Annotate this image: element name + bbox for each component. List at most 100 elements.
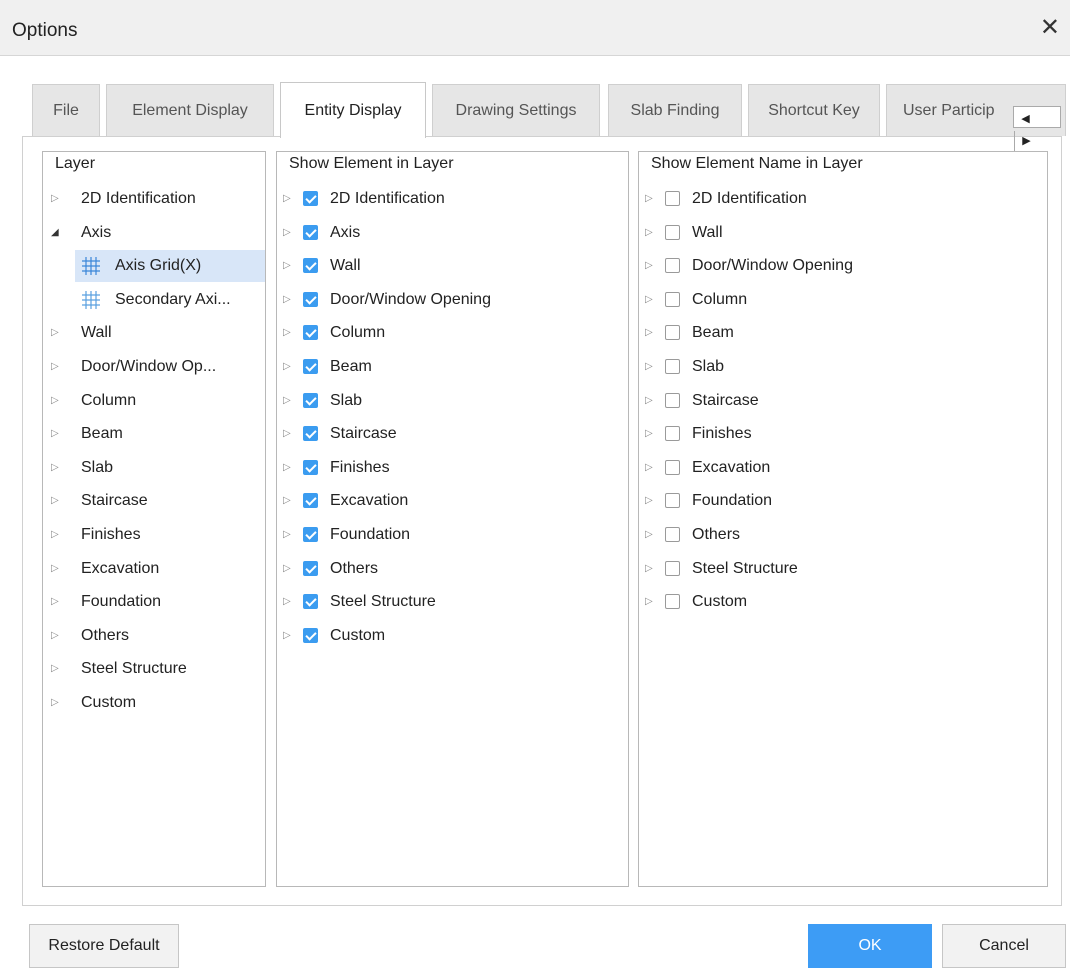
layer-tree-item[interactable]: ▷ Column (43, 385, 265, 417)
collapsed-arrow-icon[interactable]: ▷ (283, 418, 291, 450)
checkbox-others[interactable] (303, 560, 318, 576)
layer-tree-item[interactable]: ▷ Door/Window Op... (43, 351, 265, 383)
collapsed-arrow-icon[interactable]: ▷ (283, 250, 291, 282)
checkbox-staircase[interactable] (665, 392, 680, 408)
layer-tree-item[interactable]: ▷ Steel Structure (43, 653, 265, 685)
collapsed-arrow-icon[interactable]: ▷ (645, 586, 653, 618)
collapsed-arrow-icon[interactable]: ▷ (283, 485, 291, 517)
checklist-item[interactable]: ▷ Excavation (277, 485, 628, 517)
layer-tree-item[interactable]: ▷ Foundation (43, 586, 265, 618)
collapsed-arrow-icon[interactable]: ▷ (645, 418, 653, 450)
collapsed-arrow-icon[interactable]: ▷ (51, 653, 59, 685)
checkbox-door-window-opening[interactable] (665, 258, 680, 274)
collapsed-arrow-icon[interactable]: ▷ (51, 620, 59, 652)
collapsed-arrow-icon[interactable]: ▷ (51, 519, 59, 551)
tab-element-display[interactable]: Element Display (106, 84, 274, 136)
checklist-item[interactable]: ▷ Axis (277, 217, 628, 249)
checkbox-column[interactable] (665, 291, 680, 307)
collapsed-arrow-icon[interactable]: ▷ (645, 452, 653, 484)
checklist-item[interactable]: ▷ Steel Structure (277, 586, 628, 618)
collapsed-arrow-icon[interactable]: ▷ (645, 217, 653, 249)
checkbox-door-window-opening[interactable] (303, 291, 318, 307)
tab-drawing-settings[interactable]: Drawing Settings (432, 84, 600, 136)
collapsed-arrow-icon[interactable]: ▷ (51, 687, 59, 719)
collapsed-arrow-icon[interactable]: ▷ (51, 586, 59, 618)
tab-entity-display[interactable]: Entity Display (280, 82, 426, 138)
checklist-item[interactable]: ▷ Beam (277, 351, 628, 383)
checklist-item[interactable]: ▷ Steel Structure (639, 553, 1047, 585)
collapsed-arrow-icon[interactable]: ▷ (51, 317, 59, 349)
tab-shortcut-key[interactable]: Shortcut Key (748, 84, 880, 136)
checklist-item[interactable]: ▷ 2D Identification (639, 183, 1047, 215)
layer-tree-item[interactable]: ▷ 2D Identification (43, 183, 265, 215)
checklist-item[interactable]: ▷ Finishes (639, 418, 1047, 450)
checkbox-beam[interactable] (303, 359, 318, 374)
collapsed-arrow-icon[interactable]: ▷ (645, 250, 653, 282)
collapsed-arrow-icon[interactable]: ▷ (51, 418, 59, 450)
collapsed-arrow-icon[interactable]: ▷ (645, 519, 653, 551)
checklist-item[interactable]: ▷ Others (277, 553, 628, 585)
ok-button[interactable]: OK (808, 924, 932, 968)
restore-default-button[interactable]: Restore Default (29, 924, 179, 968)
checkbox-steel-structure[interactable] (303, 594, 318, 610)
close-icon[interactable]: ✕ (1040, 16, 1060, 40)
checklist-item[interactable]: ▷ Column (639, 284, 1047, 316)
layer-tree-item[interactable]: ▷ Custom (43, 687, 265, 719)
collapsed-arrow-icon[interactable]: ▷ (283, 620, 291, 652)
collapsed-arrow-icon[interactable]: ▷ (51, 553, 59, 585)
layer-tree-item[interactable]: ▷ Excavation (43, 553, 265, 585)
checklist-item[interactable]: ▷ Column (277, 317, 628, 349)
collapsed-arrow-icon[interactable]: ▷ (283, 284, 291, 316)
collapsed-arrow-icon[interactable]: ▷ (645, 351, 653, 383)
checkbox-column[interactable] (303, 325, 318, 341)
collapsed-arrow-icon[interactable]: ▷ (283, 217, 291, 249)
collapsed-arrow-icon[interactable]: ▷ (283, 452, 291, 484)
checkbox-finishes[interactable] (303, 459, 318, 475)
checkbox-2d-identification[interactable] (303, 191, 318, 206)
layer-tree-item[interactable]: Secondary Axi... (75, 284, 265, 316)
layer-tree-item[interactable]: ▷ Wall (43, 317, 265, 349)
checklist-item[interactable]: ▷ 2D Identification (277, 183, 628, 215)
checklist-item[interactable]: ▷ Foundation (277, 519, 628, 551)
checkbox-custom[interactable] (303, 627, 318, 643)
collapsed-arrow-icon[interactable]: ▷ (645, 485, 653, 517)
checklist-item[interactable]: ▷ Slab (639, 351, 1047, 383)
collapsed-arrow-icon[interactable]: ▷ (645, 284, 653, 316)
checkbox-wall[interactable] (303, 258, 318, 274)
tab-file[interactable]: File (32, 84, 100, 136)
checklist-item[interactable]: ▷ Excavation (639, 452, 1047, 484)
checkbox-custom[interactable] (665, 594, 680, 610)
checkbox-steel-structure[interactable] (665, 560, 680, 576)
checklist-item[interactable]: ▷ Door/Window Opening (277, 284, 628, 316)
layer-tree-item[interactable]: ▷ Staircase (43, 485, 265, 517)
collapsed-arrow-icon[interactable]: ▷ (645, 385, 653, 417)
checklist-item[interactable]: ▷ Wall (277, 250, 628, 282)
checklist-item[interactable]: ▷ Slab (277, 385, 628, 417)
checkbox-staircase[interactable] (303, 426, 318, 442)
checkbox-foundation[interactable] (303, 527, 318, 542)
checkbox-finishes[interactable] (665, 426, 680, 442)
tab-scroll-right-icon[interactable]: ▶ (1014, 131, 1038, 151)
checkbox-excavation[interactable] (303, 493, 318, 509)
collapsed-arrow-icon[interactable]: ▷ (645, 317, 653, 349)
collapsed-arrow-icon[interactable]: ▷ (51, 385, 59, 417)
collapsed-arrow-icon[interactable]: ▷ (283, 586, 291, 618)
collapsed-arrow-icon[interactable]: ▷ (645, 553, 653, 585)
collapsed-arrow-icon[interactable]: ▷ (283, 519, 291, 551)
layer-tree-item[interactable]: Axis Grid(X) (75, 250, 265, 283)
layer-tree-item[interactable]: ▷ Finishes (43, 519, 265, 551)
checklist-item[interactable]: ▷ Door/Window Opening (639, 250, 1047, 282)
checkbox-wall[interactable] (665, 224, 680, 240)
collapsed-arrow-icon[interactable]: ▷ (283, 385, 291, 417)
checkbox-foundation[interactable] (665, 493, 680, 509)
checkbox-excavation[interactable] (665, 459, 680, 475)
checklist-item[interactable]: ▷ Others (639, 519, 1047, 551)
checkbox-slab[interactable] (665, 359, 680, 374)
collapsed-arrow-icon[interactable]: ▷ (51, 183, 59, 215)
layer-tree-item[interactable]: ▷ Slab (43, 452, 265, 484)
collapsed-arrow-icon[interactable]: ▷ (283, 553, 291, 585)
collapsed-arrow-icon[interactable]: ▷ (283, 351, 291, 383)
collapsed-arrow-icon[interactable]: ▷ (283, 183, 291, 215)
checkbox-beam[interactable] (665, 325, 680, 341)
collapsed-arrow-icon[interactable]: ▷ (51, 351, 59, 383)
